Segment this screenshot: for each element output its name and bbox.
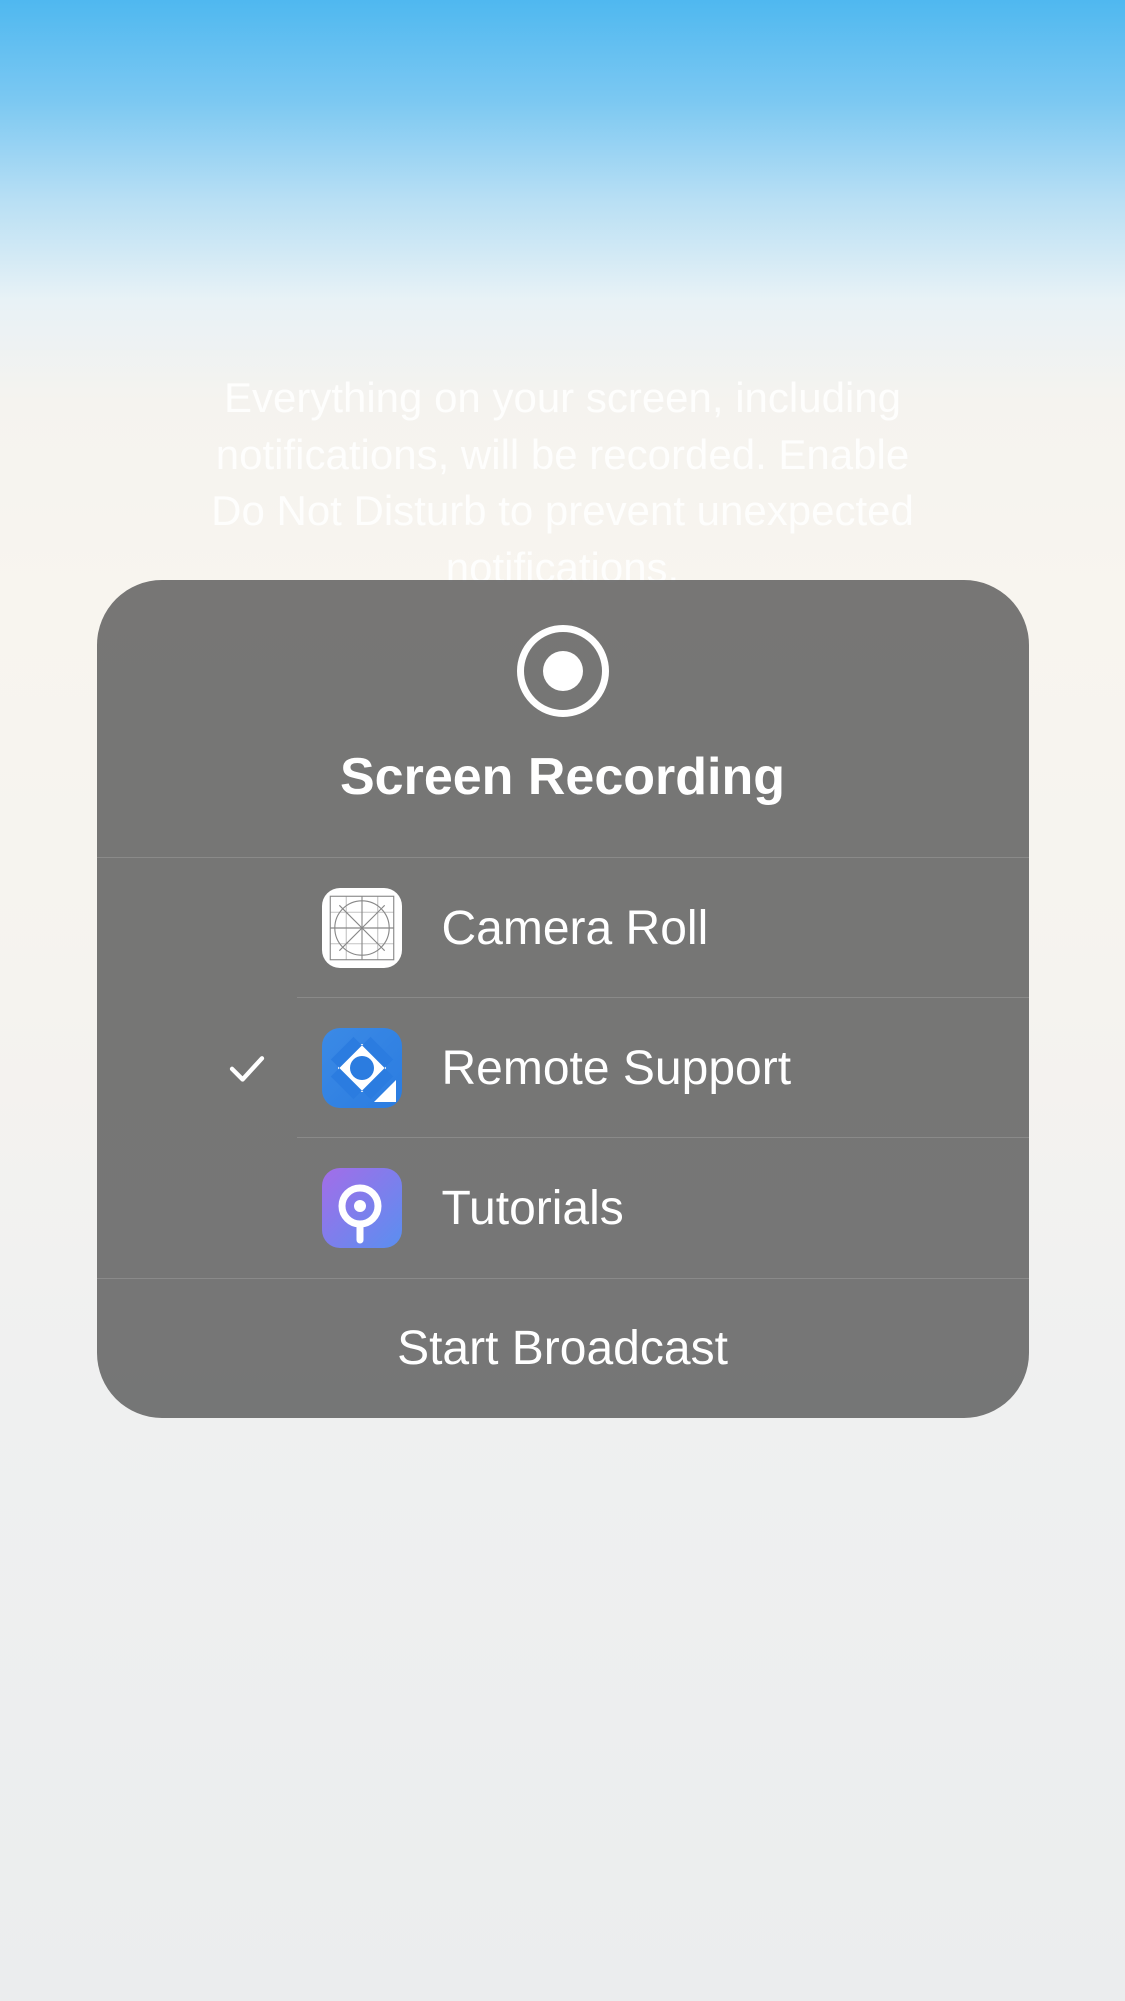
screen-recording-modal: Screen Recording Camera Roll — [97, 580, 1029, 1418]
modal-title: Screen Recording — [97, 747, 1029, 807]
option-label: Tutorials — [442, 1181, 624, 1236]
option-label: Camera Roll — [442, 901, 709, 956]
checkmark-icon — [222, 1043, 272, 1093]
option-remote-support[interactable]: Remote Support — [97, 998, 1029, 1138]
start-broadcast-button[interactable]: Start Broadcast — [97, 1278, 1029, 1418]
modal-header: Screen Recording — [97, 580, 1029, 858]
camera-roll-icon — [322, 888, 402, 968]
remote-support-icon — [322, 1028, 402, 1108]
record-icon — [517, 625, 609, 717]
tutorials-icon — [322, 1168, 402, 1248]
option-tutorials[interactable]: Tutorials — [97, 1138, 1029, 1278]
broadcast-option-list: Camera Roll R — [97, 858, 1029, 1278]
option-camera-roll[interactable]: Camera Roll — [97, 858, 1029, 998]
record-icon-inner — [543, 651, 583, 691]
option-label: Remote Support — [442, 1041, 792, 1096]
recording-warning-text: Everything on your screen, including not… — [193, 370, 933, 597]
